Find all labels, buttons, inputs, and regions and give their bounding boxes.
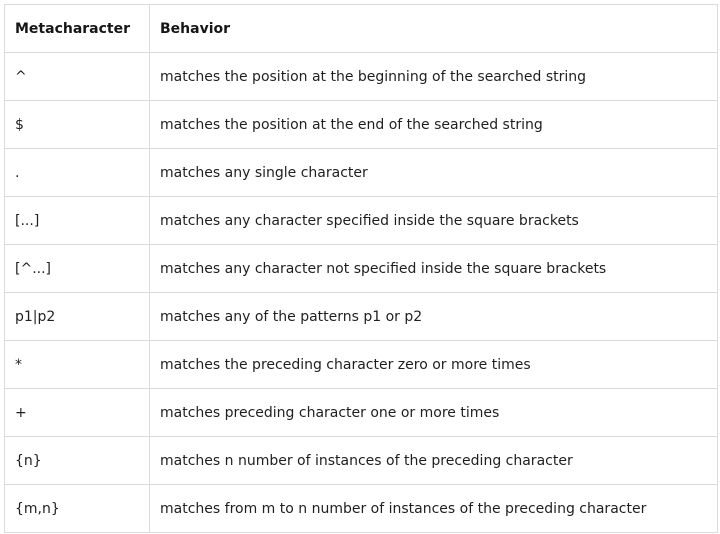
- table-row: [...] matches any character specified in…: [4, 196, 718, 245]
- behavior-cell: matches the position at the end of the s…: [149, 100, 718, 149]
- table-row: p1|p2 matches any of the patterns p1 or …: [4, 292, 718, 341]
- behavior-cell: matches n number of instances of the pre…: [149, 436, 718, 485]
- table-row: ^ matches the position at the beginning …: [4, 52, 718, 101]
- table-row: + matches preceding character one or mor…: [4, 388, 718, 437]
- metacharacter-cell: $: [4, 100, 150, 149]
- metacharacter-cell: +: [4, 388, 150, 437]
- metacharacter-cell: p1|p2: [4, 292, 150, 341]
- metacharacter-cell: {n}: [4, 436, 150, 485]
- metacharacter-table: Metacharacter Behavior ^ matches the pos…: [4, 4, 718, 533]
- metacharacter-cell: ^: [4, 52, 150, 101]
- header-behavior: Behavior: [149, 4, 718, 53]
- metacharacter-cell: *: [4, 340, 150, 389]
- table-row: {n} matches n number of instances of the…: [4, 436, 718, 485]
- metacharacter-cell: [^...]: [4, 244, 150, 293]
- behavior-cell: matches any character specified inside t…: [149, 196, 718, 245]
- behavior-cell: matches preceding character one or more …: [149, 388, 718, 437]
- table-row: . matches any single character: [4, 148, 718, 197]
- table-row: * matches the preceding character zero o…: [4, 340, 718, 389]
- header-metacharacter: Metacharacter: [4, 4, 150, 53]
- behavior-cell: matches any single character: [149, 148, 718, 197]
- behavior-cell: matches the preceding character zero or …: [149, 340, 718, 389]
- table-row: {m,n} matches from m to n number of inst…: [4, 484, 718, 533]
- metacharacter-cell: [...]: [4, 196, 150, 245]
- table-row: $ matches the position at the end of the…: [4, 100, 718, 149]
- behavior-cell: matches the position at the beginning of…: [149, 52, 718, 101]
- table-header-row: Metacharacter Behavior: [4, 4, 718, 53]
- behavior-cell: matches any of the patterns p1 or p2: [149, 292, 718, 341]
- metacharacter-cell: .: [4, 148, 150, 197]
- metacharacter-table-container: Metacharacter Behavior ^ matches the pos…: [4, 4, 718, 533]
- behavior-cell: matches any character not specified insi…: [149, 244, 718, 293]
- metacharacter-cell: {m,n}: [4, 484, 150, 533]
- behavior-cell: matches from m to n number of instances …: [149, 484, 718, 533]
- table-row: [^...] matches any character not specifi…: [4, 244, 718, 293]
